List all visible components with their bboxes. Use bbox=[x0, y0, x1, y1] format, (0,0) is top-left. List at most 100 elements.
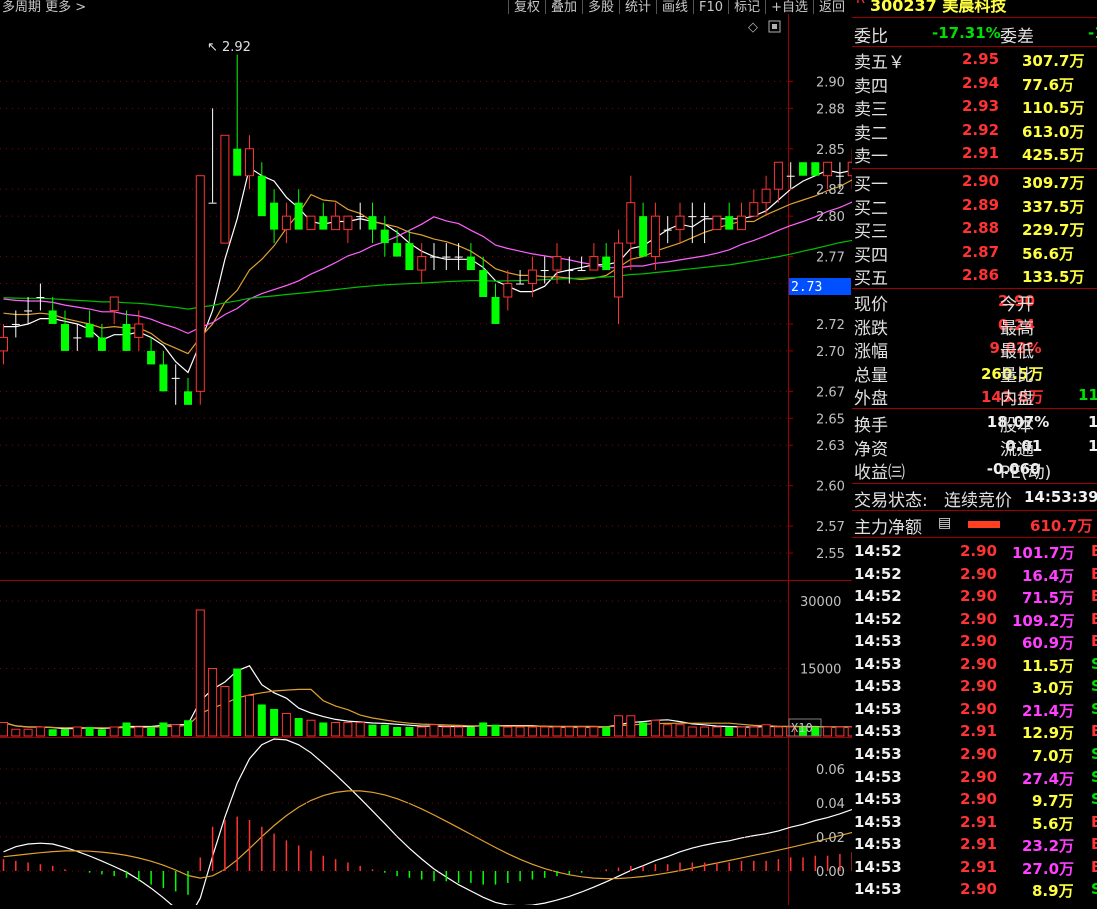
weidiff-label: 委差 bbox=[1000, 27, 1034, 47]
quote-label: 外盘 bbox=[854, 389, 888, 410]
candle-body bbox=[565, 270, 574, 272]
bid-price: 2.87 bbox=[962, 242, 1000, 261]
panel-separator bbox=[852, 288, 1097, 289]
tick-row: 14:53 2.90 9.7万 S bbox=[852, 790, 1097, 813]
flag-icon: R bbox=[856, 0, 865, 7]
tick-price: 2.90 bbox=[960, 564, 998, 583]
volume-bar bbox=[184, 720, 192, 736]
stat-label: 收益㈢ bbox=[854, 463, 905, 484]
bid-price: 2.90 bbox=[962, 172, 1000, 190]
volume-bar bbox=[823, 726, 833, 737]
candle-body bbox=[195, 175, 205, 392]
volume-bar bbox=[614, 715, 623, 737]
tick-volume: 109.2万 bbox=[1012, 611, 1075, 630]
toolbar-tool-2[interactable]: 多股 bbox=[581, 0, 619, 14]
main-force-value: 610.7万 bbox=[1030, 517, 1093, 535]
candle-body bbox=[823, 161, 833, 177]
main-force-label: 主力净额 bbox=[854, 518, 922, 538]
tick-price: 2.91 bbox=[960, 722, 998, 741]
kline-chart-svg[interactable]: 3000015000 0.060.040.020.00 2.902.882.85… bbox=[0, 14, 906, 909]
dif-line bbox=[3, 738, 902, 909]
bid-volume: 337.5万 bbox=[1022, 197, 1085, 216]
ask-volume: 77.6万 bbox=[1022, 75, 1075, 94]
toolbar-tool-3[interactable]: 统计 bbox=[619, 0, 656, 14]
volume-ma10-line bbox=[3, 688, 902, 729]
ask-row-5: 卖五￥ 2.95 307.7万 bbox=[852, 48, 1097, 73]
quote-label: 总量 bbox=[854, 365, 888, 386]
tick-time: 14:53 bbox=[854, 835, 902, 854]
volume-bar bbox=[515, 726, 525, 737]
volume-axis-label: 15000 bbox=[800, 663, 841, 678]
stat-value-2: 1 bbox=[1088, 436, 1097, 455]
toolbar-tool-1[interactable]: 叠加 bbox=[544, 0, 582, 14]
tick-volume: 27.0万 bbox=[1022, 859, 1075, 878]
price-axis-label: 2.88 bbox=[816, 102, 845, 117]
tick-volume: 3.0万 bbox=[1032, 679, 1074, 698]
toolbar-tool-4[interactable]: 画线 bbox=[656, 0, 693, 14]
volume-unit-label: X10 bbox=[791, 721, 813, 735]
candle-body bbox=[454, 256, 463, 258]
toolbar-tool-7[interactable]: +自选 bbox=[765, 0, 813, 14]
ask-row-1: 卖一 2.91 425.5万 bbox=[852, 142, 1097, 167]
volume-bar bbox=[564, 726, 574, 737]
tick-volume: 21.4万 bbox=[1022, 701, 1075, 720]
candle-body bbox=[773, 161, 783, 190]
candle-body bbox=[430, 256, 438, 258]
volume-bar bbox=[737, 726, 746, 737]
bid-volume: 229.7万 bbox=[1022, 221, 1085, 240]
toolbar-tool-0[interactable]: 复权 bbox=[507, 0, 545, 14]
volume-bar bbox=[761, 724, 771, 737]
price-axis-label: 2.82 bbox=[816, 183, 845, 198]
volume-bar bbox=[294, 718, 303, 736]
volume-bar bbox=[134, 726, 144, 737]
ask-price: 2.94 bbox=[962, 73, 1000, 92]
candle-body bbox=[184, 391, 192, 405]
stat-label-2: 股本 bbox=[1000, 416, 1034, 436]
tick-time: 14:53 bbox=[854, 654, 902, 673]
macd-axis-label: 0.02 bbox=[816, 831, 845, 846]
volume-bar bbox=[220, 686, 230, 737]
tick-price: 2.90 bbox=[960, 587, 998, 606]
volume-bar bbox=[23, 728, 33, 737]
volume-bar bbox=[97, 729, 106, 736]
price-axis-label: 2.67 bbox=[816, 385, 845, 400]
stat-label: 换手 bbox=[854, 416, 888, 436]
tick-price: 2.91 bbox=[960, 812, 998, 831]
tick-direction: S bbox=[1091, 790, 1097, 809]
period-menu[interactable]: 多周期 更多 > bbox=[2, 0, 86, 14]
candle-body bbox=[331, 215, 341, 231]
diamond-icon[interactable]: ◇ bbox=[748, 20, 758, 35]
tick-volume: 12.9万 bbox=[1022, 724, 1075, 743]
candle-body bbox=[749, 202, 759, 217]
volume-bar bbox=[208, 668, 218, 737]
toolbar-tool-6[interactable]: 标记 bbox=[728, 0, 765, 14]
volume-bar bbox=[147, 727, 156, 736]
candle-body bbox=[24, 310, 33, 312]
volume-bar bbox=[466, 727, 475, 736]
bid-row-4: 买四 2.87 56.6万 bbox=[852, 241, 1097, 266]
candle-body bbox=[393, 243, 402, 257]
volume-bar bbox=[454, 726, 464, 737]
tick-row: 14:53 2.90 21.4万 S bbox=[852, 700, 1097, 723]
tick-direction: B bbox=[1091, 542, 1097, 560]
candle-body bbox=[761, 188, 771, 204]
tick-price: 2.90 bbox=[960, 542, 998, 560]
panel-separator bbox=[852, 510, 1097, 511]
volume-bar bbox=[626, 715, 636, 737]
volume-bar bbox=[109, 726, 119, 737]
volume-bar bbox=[171, 724, 181, 737]
toolbar-tool-8[interactable]: 返回 bbox=[812, 0, 850, 14]
candle-body bbox=[122, 323, 131, 351]
volume-bar bbox=[245, 695, 254, 737]
volume-bar bbox=[368, 724, 377, 736]
candle-body bbox=[0, 336, 8, 352]
candle-body bbox=[48, 310, 57, 324]
tick-volume: 7.0万 bbox=[1032, 746, 1074, 765]
tick-volume: 101.7万 bbox=[1012, 544, 1075, 562]
tick-time: 14:53 bbox=[854, 699, 902, 718]
candle-body bbox=[356, 216, 365, 218]
tick-row: 14:53 2.91 23.2万 B bbox=[852, 835, 1097, 858]
kline-chart-area[interactable]: 30000 15000 0.06 0.04 0.02 0.00 2.90 2.88 2.85… bbox=[0, 14, 906, 909]
tick-volume: 8.9万 bbox=[1032, 882, 1074, 901]
toolbar-tool-5[interactable]: F10 bbox=[693, 0, 728, 14]
